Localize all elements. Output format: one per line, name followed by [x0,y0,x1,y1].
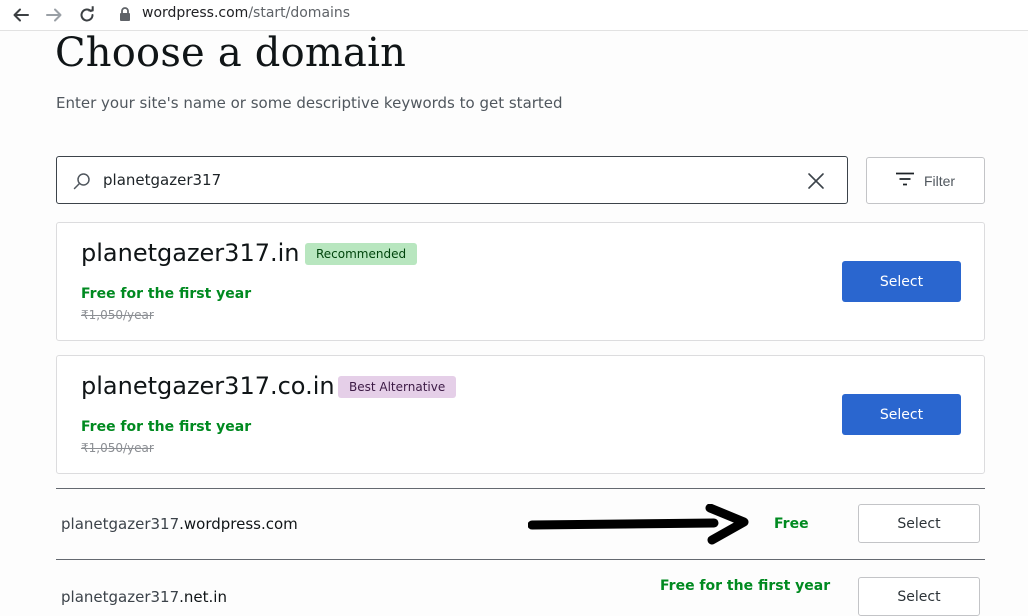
address-bar-url[interactable]: wordpress.com/start/domains [142,5,350,21]
reload-icon[interactable] [77,5,97,25]
url-host: wordpress.com [142,5,249,21]
domain-tld: .net.in [179,588,227,606]
page-title: Choose a domain [55,30,407,76]
domain-result-name: planetgazer317.net.in [61,588,227,606]
select-button[interactable]: Select [842,394,961,435]
featured-domain-card: planetgazer317.in Recommended Free for t… [56,222,985,341]
back-arrow-icon[interactable] [11,5,31,25]
best-alternative-badge: Best Alternative [338,376,457,398]
clear-icon[interactable] [807,172,825,190]
domain-name-part: planetgazer317 [61,588,180,606]
price-note: Free for the first year [81,286,252,302]
select-button[interactable]: Select [858,577,980,616]
domain-name: planetgazer317.in [81,239,300,267]
price-note: Free for the first year [81,419,252,435]
browser-toolbar: wordpress.com/start/domains [0,0,1028,31]
row-divider [56,488,985,489]
annotation-arrow-icon [528,504,749,545]
domain-name-part: planetgazer317 [61,515,180,533]
filter-label: Filter [923,172,956,189]
featured-domain-card: planetgazer317.co.in Best Alternative Fr… [56,355,985,474]
recommended-badge: Recommended [305,243,418,265]
search-field[interactable] [56,156,848,204]
filter-button[interactable]: Filter [866,157,985,204]
row-divider [56,559,985,560]
url-path: /start/domains [248,5,351,21]
price-note: Free [774,516,809,532]
domain-name: planetgazer317.co.in [81,372,335,400]
filter-icon [895,172,914,189]
original-price: ₹1,050/year [81,441,154,455]
search-input[interactable] [103,169,783,191]
domain-tld: .wordpress.com [179,515,298,533]
domain-result-name: planetgazer317.wordpress.com [61,515,298,533]
price-note: Free for the first year [660,578,831,594]
select-button[interactable]: Select [858,504,980,543]
page-subtitle: Enter your site's name or some descripti… [56,94,563,112]
original-price: ₹1,050/year [81,308,154,322]
lock-icon [119,6,131,26]
select-button[interactable]: Select [842,261,961,302]
forward-arrow-icon[interactable] [44,5,64,25]
search-icon [73,172,91,194]
